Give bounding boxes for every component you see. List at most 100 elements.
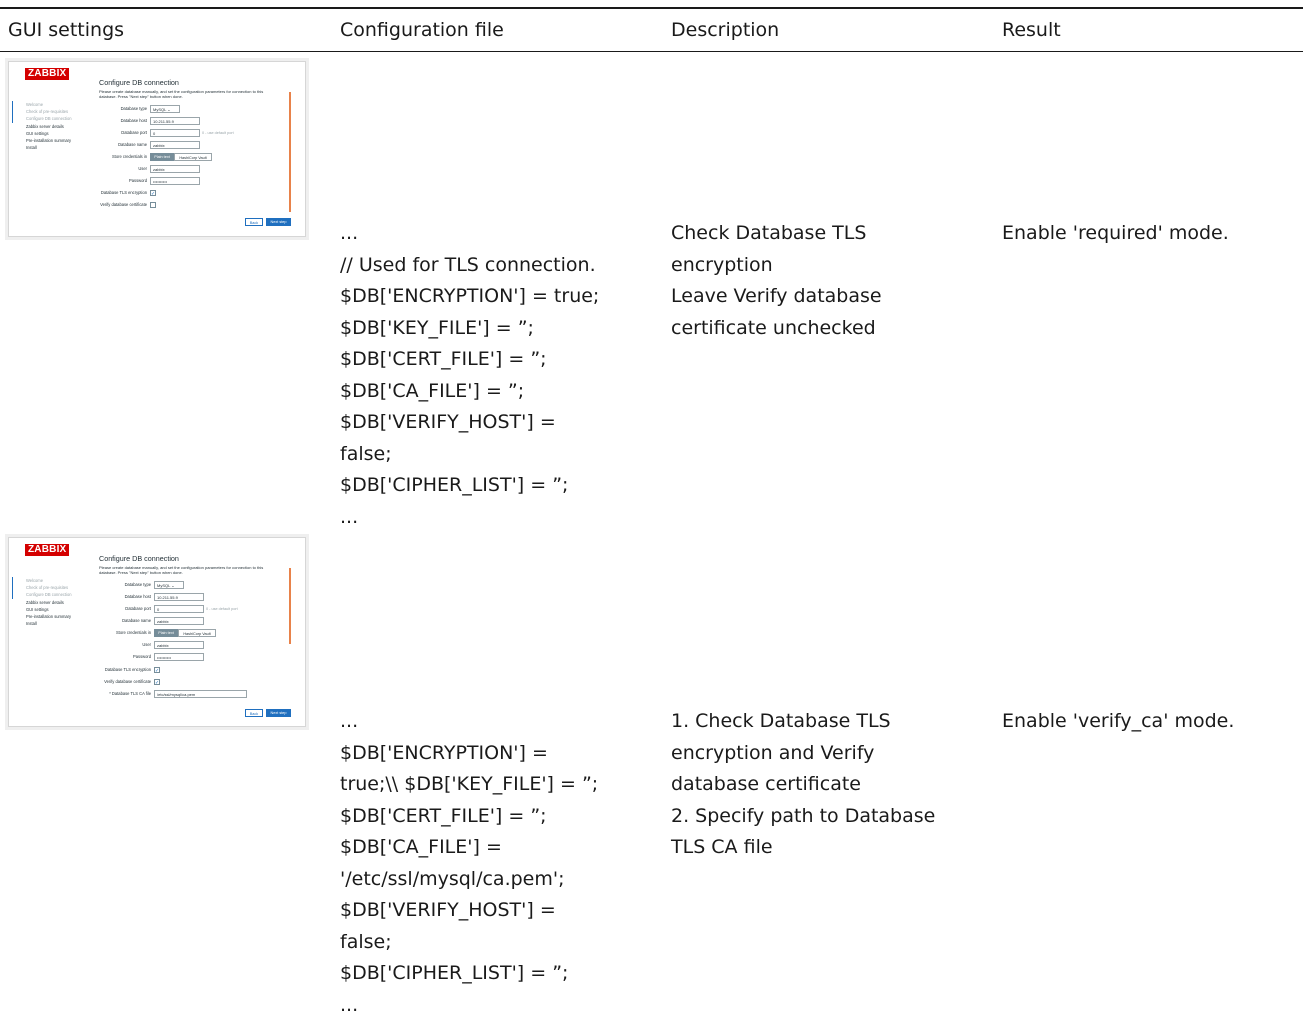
db-port-input: 0 [154,605,204,613]
user-input: zabbix [154,641,204,649]
config-line: '/etc/ssl/mysql/ca.pem'; [340,867,565,890]
zabbix-logo: ZABBIX [25,68,70,80]
scrollbar [289,568,291,644]
verify-certificate-checkbox: ✓ [154,679,160,686]
step-server-details: Zabbix server details [26,600,64,605]
step-db-connection: Configure DB connection [26,592,72,597]
table-top-rule [0,7,1303,9]
store-plain-text: Plain text [154,629,178,637]
next-step-button: Next step [266,218,291,226]
config-line: ... [340,993,359,1016]
tls-encryption-checkbox: ✓ [150,190,156,197]
zabbix-logo: ZABBIX [25,544,70,556]
active-step-bar [12,101,13,123]
verify-certificate-label: Verify database certificate [104,679,151,684]
db-host-input: 10.211.55.9 [150,117,200,125]
verify-certificate-checkbox [150,202,156,208]
config-line: $DB['CA_FILE'] = ”; [340,379,525,402]
description-line: Check Database TLS [671,222,867,244]
step-gui-settings: GUI settings [26,131,49,136]
config-line: true;\\ $DB['KEY_FILE'] = ”; [340,773,599,795]
config-line: false; [340,442,392,465]
header-result: Result [1002,19,1061,41]
gui-screenshot-required-mode: ZABBIX Configure DB connection Please cr… [8,61,306,237]
description-line: encryption [671,253,773,276]
header-description: Description [671,19,780,41]
config-line: ... [340,222,359,244]
db-type-select: MySQL ⌄ [154,581,184,589]
step-pre-install-summary: Pre-installation summary [26,138,72,143]
db-port-input: 0 [150,129,200,137]
db-port-label: Database port [121,130,147,135]
result-cell-row2: Enable 'verify_ca' mode. [1002,710,1235,732]
ca-file-label: * Database TLS CA file [109,691,151,696]
config-line: $DB['ENCRYPTION'] = [340,741,548,764]
config-line: $DB['CERT_FILE'] = ”; [340,804,547,827]
db-name-input: zabbix [154,617,204,625]
table-header-rule [0,51,1303,52]
config-cell-row2: ... $DB['ENCRYPTION'] = true;\\ $DB['KEY… [340,706,598,1017]
description-line: database certificate [671,773,861,795]
config-line: $DB['KEY_FILE'] = ”; [340,316,534,339]
password-label: Password [129,178,147,183]
setup-title: Configure DB connection [99,554,179,563]
step-welcome: Welcome [26,578,43,583]
description-line: TLS CA file [671,836,773,858]
store-credentials-label: Store credentials in [115,630,151,635]
description-line: Leave Verify database [671,285,882,307]
config-line: $DB['CERT_FILE'] = ”; [340,348,547,370]
password-label: Password [133,654,151,659]
db-host-label: Database host [120,118,147,123]
config-line: ... [340,710,359,732]
db-port-hint: 0 - use default port [206,607,238,611]
db-type-label: Database type [120,106,147,111]
user-label: User [138,166,147,171]
tls-encryption-label: Database TLS encryption [104,667,151,672]
step-pre-install-summary: Pre-installation summary [26,614,72,619]
config-line: false; [340,930,392,953]
db-type-label: Database type [124,582,151,587]
step-gui-settings: GUI settings [26,607,49,612]
step-db-connection: Configure DB connection [26,116,72,121]
description-line: 1. Check Database TLS [671,710,891,732]
store-hashicorp-vault: HashiCorp Vault [178,629,216,637]
config-line: $DB['CIPHER_LIST'] = ”; [340,962,569,984]
tls-encryption-label: Database TLS encryption [100,190,147,195]
tls-encryption-checkbox: ✓ [154,667,160,674]
config-line: $DB['VERIFY_HOST'] = [340,899,556,921]
description-line: 2. Specify path to Database [671,804,936,827]
store-plain-text: Plain text [150,153,174,161]
description-line: encryption and Verify [671,741,875,764]
active-step-bar [12,577,13,599]
setup-title: Configure DB connection [99,78,179,87]
result-cell-row1: Enable 'required' mode. [1002,222,1229,244]
db-type-select: MySQL ⌄ [150,105,180,113]
scrollbar [289,92,291,212]
db-host-label: Database host [124,594,151,599]
config-line: ... [340,505,359,528]
user-label: User [142,642,151,647]
store-credentials-label: Store credentials in [111,154,147,159]
step-install: Install [26,145,37,150]
password-input: •••••••••• [154,653,204,661]
config-line: $DB['CA_FILE'] = [340,836,502,858]
back-button: Back [245,709,263,717]
ca-file-input: /etc/ssl/mysql/ca.pem [154,690,247,698]
back-button: Back [245,218,263,226]
store-hashicorp-vault: HashiCorp Vault [174,153,212,161]
user-input: zabbix [150,165,200,173]
config-cell-row1: ... // Used for TLS connection. $DB['ENC… [340,218,599,533]
db-port-hint: 0 - use default port [202,131,234,135]
password-input: •••••••••• [150,177,200,185]
step-welcome: Welcome [26,102,43,107]
step-install: Install [26,621,37,626]
db-port-label: Database port [125,606,151,611]
config-line: // Used for TLS connection. [340,253,596,276]
next-step-button: Next step [266,709,291,717]
db-name-label: Database name [122,618,151,623]
step-prerequisites: Check of pre-requisites [26,109,69,114]
config-line: $DB['VERIFY_HOST'] = [340,411,556,433]
db-name-input: zabbix [150,141,200,149]
setup-intro: Please create database manually, and set… [99,565,264,575]
setup-intro: Please create database manually, and set… [99,89,264,99]
